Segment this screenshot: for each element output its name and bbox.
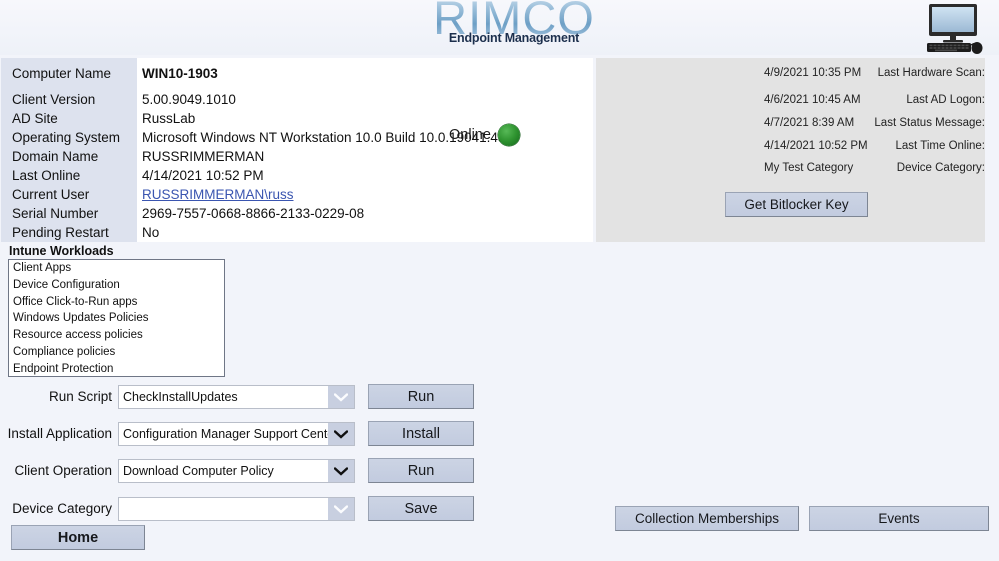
desktop-computer-icon [927, 4, 983, 54]
install-application-dropdown[interactable]: Configuration Manager Support Center [118, 422, 355, 446]
status-indicator-dot [497, 124, 520, 146]
scan-value-last-time-online: 4/14/2021 10:52 PM [764, 140, 868, 152]
run-script-dropdown[interactable]: CheckInstallUpdates [118, 385, 355, 409]
info-value-serial-number: 2969-7557-0668-8866-2133-0229-08 [142, 206, 365, 221]
list-item[interactable]: Endpoint Protection [9, 361, 224, 376]
info-value-domain-name: RUSSRIMMERMAN [142, 149, 265, 164]
scan-value-last-ad-logon: 4/6/2021 10:45 AM [764, 94, 861, 106]
list-item[interactable]: Compliance policies [9, 344, 224, 361]
run-script-row: Run Script CheckInstallUpdates Run [0, 384, 480, 409]
list-item[interactable]: Windows Updates Policies [9, 310, 224, 327]
intune-workloads-listbox[interactable]: Client Apps Device Configuration Office … [8, 259, 225, 377]
list-item[interactable]: Device Configuration [9, 277, 224, 294]
chevron-down-icon[interactable] [328, 498, 354, 520]
info-value-current-user[interactable]: RUSSRIMMERMAN\russ [142, 187, 294, 202]
device-info-panel: Computer Name Client Version AD Site Ope… [1, 58, 593, 242]
device-category-dropdown[interactable] [118, 497, 355, 521]
client-operation-value[interactable]: Download Computer Policy [119, 464, 328, 478]
info-label-client-version: Client Version [12, 92, 96, 107]
client-operation-button[interactable]: Run [368, 458, 474, 483]
current-user-link[interactable]: RUSSRIMMERMAN\russ [142, 187, 294, 202]
info-value-pending-restart: No [142, 225, 160, 240]
install-application-row: Install Application Configuration Manage… [0, 421, 480, 446]
chevron-down-icon[interactable] [328, 386, 354, 408]
app-header: RIMCO Endpoint Management [0, 0, 999, 55]
intune-workloads-title: Intune Workloads [9, 244, 114, 258]
list-item[interactable]: Office Click-to-Run apps [9, 294, 224, 311]
run-script-label: Run Script [48, 389, 112, 404]
info-value-last-online: 4/14/2021 10:52 PM [142, 168, 264, 183]
info-value-client-version: 5.00.9049.1010 [142, 92, 236, 107]
run-script-button[interactable]: Run [368, 384, 474, 409]
device-category-label: Device Category [12, 501, 112, 516]
info-label-current-user: Current User [12, 187, 90, 202]
app-logo: RIMCO Endpoint Management [414, 0, 614, 54]
scan-value-last-status-message: 4/7/2021 8:39 AM [764, 117, 855, 129]
run-script-value[interactable]: CheckInstallUpdates [119, 390, 328, 404]
logo-tagline: Endpoint Management [448, 31, 580, 45]
chevron-down-icon[interactable] [328, 460, 354, 482]
device-category-row: Device Category Save [0, 496, 480, 521]
client-operation-dropdown[interactable]: Download Computer Policy [118, 459, 355, 483]
list-item[interactable]: Client Apps [9, 260, 224, 277]
install-application-button[interactable]: Install [368, 421, 474, 446]
info-label-operating-system: Operating System [12, 130, 121, 145]
online-status: Online [449, 124, 520, 146]
get-bitlocker-key-button[interactable]: Get Bitlocker Key [725, 192, 868, 217]
rimco-endpoint-management-window: RIMCO Endpoint Management Computer Name … [0, 0, 999, 561]
info-value-ad-site: RussLab [142, 111, 196, 126]
collection-memberships-button[interactable]: Collection Memberships [615, 506, 799, 531]
info-label-computer-name: Computer Name [12, 66, 112, 81]
info-label-domain-name: Domain Name [12, 149, 99, 164]
info-label-pending-restart: Pending Restart [12, 225, 109, 240]
chevron-down-icon[interactable] [328, 423, 354, 445]
info-label-last-online: Last Online [12, 168, 81, 183]
list-item[interactable]: Resource access policies [9, 327, 224, 344]
scan-value-last-hardware-scan: 4/9/2021 10:35 PM [764, 67, 862, 79]
install-application-label: Install Application [7, 426, 112, 441]
info-value-computer-name: WIN10-1903 [142, 66, 218, 81]
events-button[interactable]: Events [809, 506, 989, 531]
client-operation-row: Client Operation Download Computer Polic… [0, 458, 480, 483]
info-label-ad-site: AD Site [12, 111, 58, 126]
install-application-value[interactable]: Configuration Manager Support Center [119, 427, 328, 441]
scan-value-device-category: My Test Category [764, 162, 854, 174]
client-operation-label: Client Operation [14, 463, 112, 478]
home-button[interactable]: Home [11, 525, 145, 550]
status-label: Online [449, 127, 491, 143]
device-category-save-button[interactable]: Save [368, 496, 474, 521]
info-label-serial-number: Serial Number [12, 206, 99, 221]
